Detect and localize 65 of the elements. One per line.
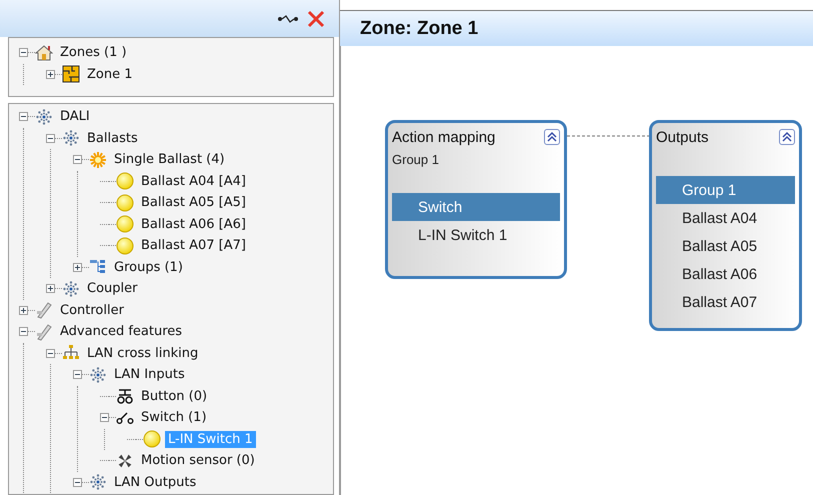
collapse-toggle[interactable] — [73, 478, 82, 487]
collapse-toggle[interactable] — [73, 370, 82, 380]
floor-plan-icon — [62, 65, 80, 84]
wand-icon — [35, 301, 53, 320]
node-list-item[interactable]: Ballast A04 — [656, 204, 795, 232]
node-list-item[interactable]: Ballast A06 — [656, 260, 795, 288]
tree-item[interactable]: Button (0) — [138, 388, 210, 405]
bulb-icon — [116, 194, 134, 212]
tree-item[interactable]: Ballast A07 [A7] — [138, 237, 249, 254]
tree-item[interactable]: Groups (1) — [111, 258, 186, 276]
snowflake-icon — [89, 473, 107, 492]
node-list-item[interactable]: Ballast A07 — [656, 288, 795, 316]
collapse-toggle[interactable] — [100, 413, 109, 422]
tree-item[interactable]: Controller — [57, 302, 127, 319]
snowflake-icon — [62, 280, 80, 298]
tree-item[interactable]: Motion sensor (0) — [138, 452, 258, 470]
node-subtitle: Group 1 — [392, 152, 440, 167]
bulb-icon — [116, 215, 134, 234]
tree-item[interactable]: LAN cross linking — [84, 344, 202, 362]
starburst-icon — [89, 150, 107, 169]
collapse-toggle[interactable] — [19, 112, 28, 122]
tree-item[interactable]: Ballast A06 [A6] — [138, 216, 249, 233]
tree-item[interactable]: LAN Outputs — [111, 474, 200, 491]
tree-item[interactable]: Zone 1 — [84, 66, 136, 83]
snowflake-icon — [62, 129, 80, 148]
editor-title: Zone: Zone 1 — [340, 10, 813, 46]
collapse-icon[interactable] — [544, 129, 560, 145]
snowflake-icon — [35, 108, 53, 126]
bulb-icon — [143, 430, 161, 448]
collapse-icon[interactable] — [779, 129, 795, 145]
close-icon[interactable] — [307, 10, 325, 28]
node-title: Outputs — [656, 129, 709, 146]
tree-item[interactable]: Coupler — [84, 280, 140, 298]
tree-item[interactable]: Ballast A05 [A5] — [138, 194, 249, 212]
tree-item[interactable]: Advanced features — [57, 323, 186, 340]
tree-item[interactable]: Ballasts — [84, 130, 141, 147]
connector-icon[interactable] — [277, 12, 299, 24]
expand-toggle[interactable] — [19, 306, 28, 315]
wand-icon — [35, 322, 53, 341]
collapse-toggle[interactable] — [19, 327, 28, 336]
collapse-toggle[interactable] — [19, 48, 28, 58]
node-card[interactable]: Outputs Group 1 Ballast A04 Ballast A05 Ballast A06 Ballast A07 — [649, 120, 802, 331]
node-title: Action mapping — [392, 129, 496, 146]
tree-item[interactable]: Ballast A04 [A4] — [138, 172, 249, 190]
house-icon — [35, 44, 53, 62]
node-list-item[interactable]: Group 1 — [656, 176, 795, 204]
tree-item[interactable]: DALI — [57, 108, 93, 126]
collapse-toggle[interactable] — [46, 134, 55, 143]
tree-item[interactable]: LAN Inputs — [111, 366, 188, 384]
node-list-item[interactable]: L-IN Switch 1 — [392, 221, 560, 249]
tree-item[interactable]: Single Ballast (4) — [111, 151, 228, 168]
expand-toggle[interactable] — [73, 262, 82, 272]
node-list-item[interactable]: Ballast A05 — [656, 232, 795, 260]
expand-toggle[interactable] — [46, 284, 55, 294]
node-list-item[interactable]: Switch — [392, 193, 560, 221]
collapse-toggle[interactable] — [46, 348, 55, 358]
bulb-icon — [116, 172, 134, 190]
tree-item[interactable]: Switch (1) — [138, 409, 210, 426]
tree-item[interactable]: Zones (1 ) — [57, 44, 130, 62]
expand-toggle[interactable] — [46, 70, 55, 79]
collapse-toggle[interactable] — [73, 155, 82, 164]
snowflake-icon — [89, 366, 107, 384]
node-card[interactable]: Action mapping Group 1 Switch L-IN Switch 1 — [385, 120, 567, 279]
bulb-icon — [116, 236, 134, 255]
push-button-icon — [116, 387, 134, 406]
